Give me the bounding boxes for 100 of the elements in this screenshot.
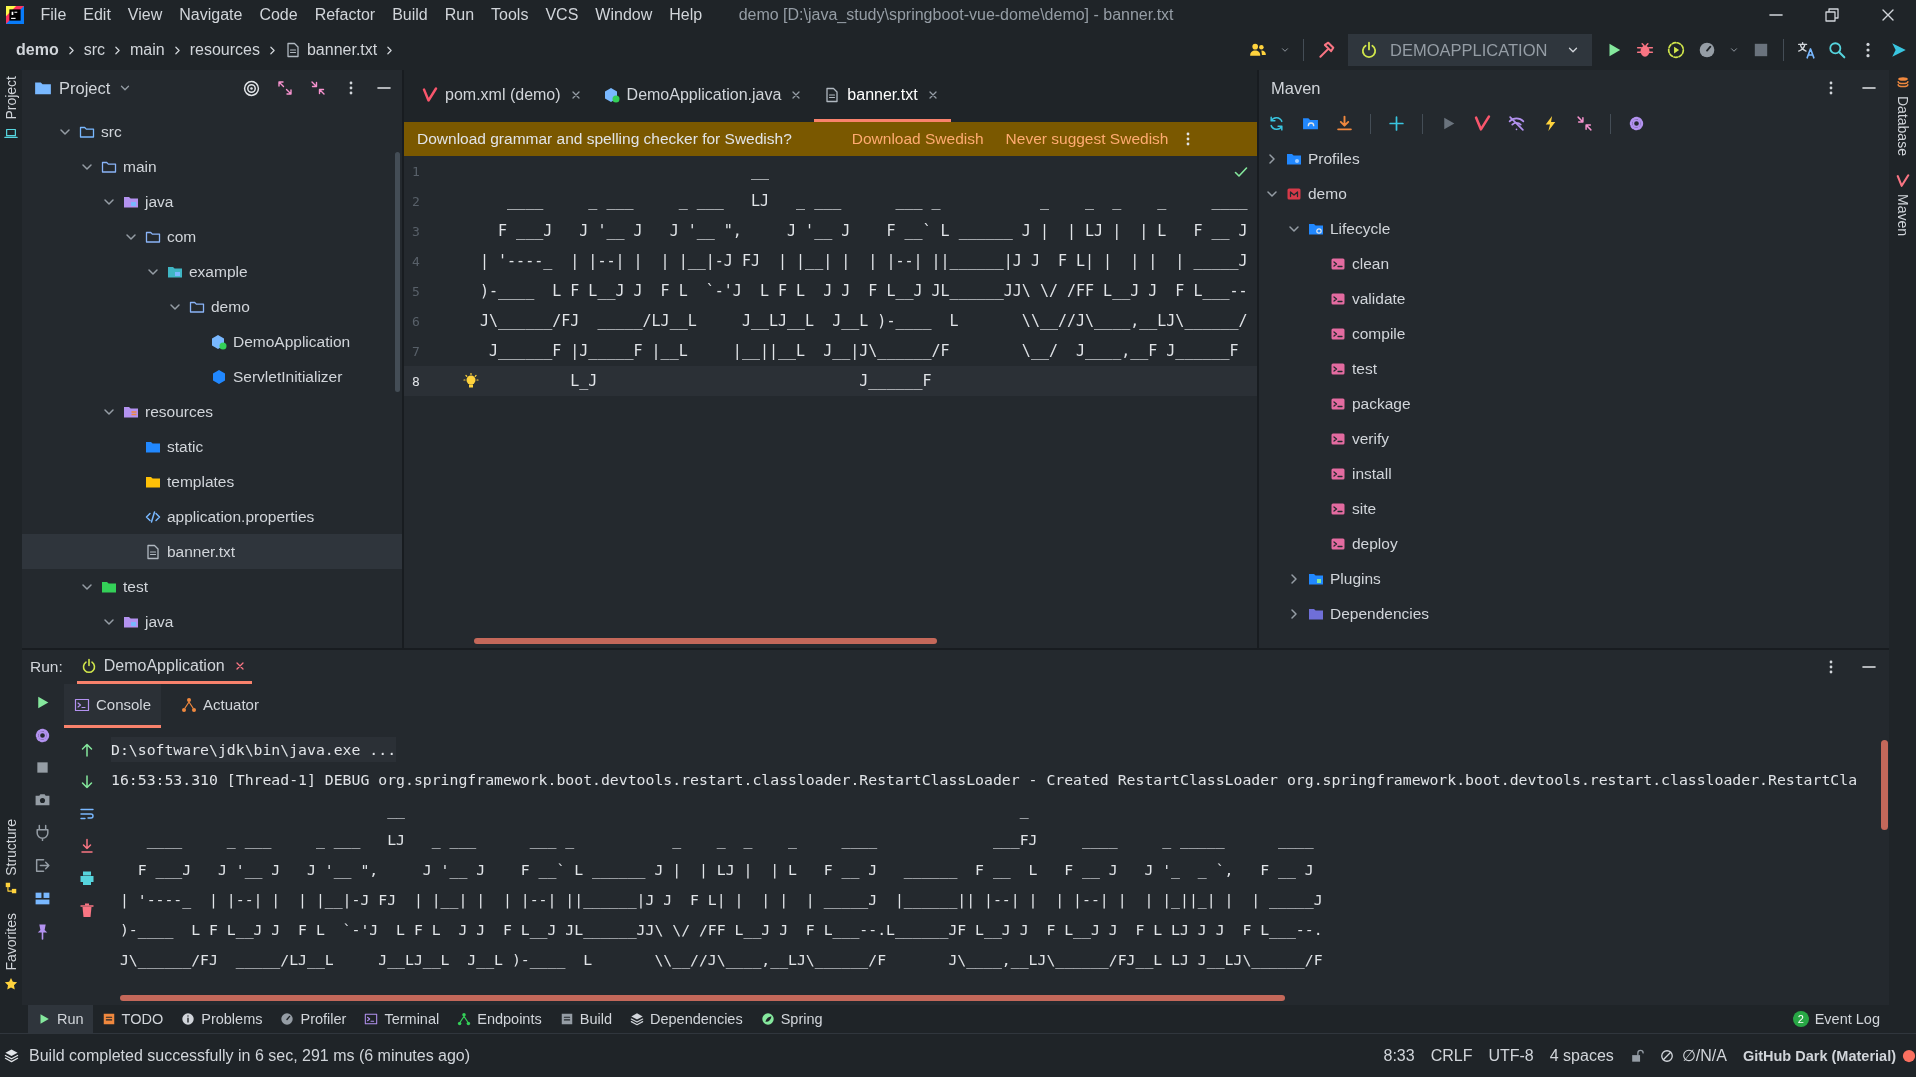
status-item[interactable]: ∅/N/A	[1681, 1046, 1727, 1065]
plugin-logo-icon[interactable]	[1890, 41, 1908, 59]
scroll-end-icon[interactable]	[78, 838, 95, 854]
breadcrumb[interactable]: banner.txt	[306, 41, 378, 59]
menu-item[interactable]: Edit	[74, 0, 120, 30]
hammer-icon[interactable]	[1317, 41, 1335, 59]
tool-window-button[interactable]: Endpoints	[448, 1005, 551, 1033]
scrollbar[interactable]	[395, 152, 400, 392]
tree-item[interactable]: application.properties	[22, 499, 402, 534]
tool-window-button[interactable]: Database	[1894, 76, 1911, 156]
breadcrumb[interactable]: resources	[189, 41, 260, 59]
tree-item[interactable]: Dependencies	[1259, 596, 1889, 631]
tree-item[interactable]: static	[22, 429, 402, 464]
locate-icon[interactable]	[243, 79, 260, 97]
tool-window-button[interactable]: Spring	[751, 1005, 832, 1033]
notification-link[interactable]: Never suggest Swedish	[1005, 130, 1169, 148]
tree-item[interactable]: java	[22, 184, 402, 219]
menu-item[interactable]: Navigate	[170, 0, 251, 30]
tree-item[interactable]: clean	[1259, 246, 1889, 281]
console-tab[interactable]: Console	[64, 684, 162, 728]
translate-icon[interactable]	[1797, 41, 1815, 59]
status-item[interactable]: 8:33	[1383, 1046, 1415, 1065]
tree-item[interactable]: install	[1259, 456, 1889, 491]
tree-item[interactable]: Profiles	[1259, 141, 1889, 176]
tool-window-button[interactable]: TODO	[92, 1005, 173, 1033]
tree-item[interactable]: Plugins	[1259, 561, 1889, 596]
tool-window-button[interactable]: Build	[550, 1005, 621, 1033]
bulb-icon[interactable]	[463, 373, 479, 389]
tool-window-button[interactable]: Problems	[172, 1005, 272, 1033]
collapse-icon[interactable]	[310, 80, 326, 96]
restore-icon[interactable]	[1824, 7, 1840, 23]
tool-window-button[interactable]: Profiler	[271, 1005, 356, 1033]
tree-item[interactable]: src	[22, 114, 402, 149]
tree-item[interactable]: validate	[1259, 281, 1889, 316]
unlock-icon[interactable]	[1629, 1048, 1644, 1063]
users-icon[interactable]	[1249, 41, 1267, 59]
tree-item[interactable]: Lifecycle	[1259, 211, 1889, 246]
v-logo-icon[interactable]	[1474, 115, 1491, 132]
tree-item[interactable]: banner.txt	[22, 534, 402, 569]
run-configuration-dropdown[interactable]: DEMOAPPLICATION	[1348, 34, 1592, 66]
menu-item[interactable]: VCS	[536, 0, 587, 30]
menu-item[interactable]: Build	[383, 0, 437, 30]
no-entry-icon[interactable]	[1659, 1048, 1674, 1063]
tree-item[interactable]: test	[1259, 351, 1889, 386]
debug-icon[interactable]	[1636, 41, 1654, 59]
editor-tab[interactable]: DemoApplication.java	[593, 70, 815, 122]
menu-item[interactable]: Window	[586, 0, 661, 30]
panel-title[interactable]: Project	[34, 78, 111, 98]
breadcrumb[interactable]: demo	[16, 41, 59, 59]
scrollbar[interactable]	[1881, 740, 1888, 830]
event-log-button[interactable]: Event Log	[1814, 1011, 1880, 1027]
plug-icon[interactable]	[33, 824, 51, 841]
tree-item[interactable]: example	[22, 254, 402, 289]
reload-icon[interactable]	[1268, 115, 1285, 132]
console-tab[interactable]: Actuator	[171, 684, 269, 728]
tree-item[interactable]: DemoApplication	[22, 324, 402, 359]
menu-item[interactable]: File	[32, 0, 75, 30]
menu-item[interactable]: Run	[436, 0, 483, 30]
plus-icon[interactable]	[1388, 115, 1405, 132]
tree-item[interactable]: templates	[22, 464, 402, 499]
menu-item[interactable]: Help	[660, 0, 711, 30]
scrollbar[interactable]	[474, 638, 937, 644]
tree-item[interactable]: verify	[1259, 421, 1889, 456]
tree-item[interactable]: test	[22, 569, 402, 604]
tool-window-button[interactable]: Dependencies	[620, 1005, 752, 1033]
menu-item[interactable]: View	[119, 0, 171, 30]
status-item[interactable]: UTF-8	[1488, 1046, 1534, 1065]
tool-window-button[interactable]: Project	[3, 76, 19, 140]
tree-item[interactable]: ServletInitializer	[22, 359, 402, 394]
menu-item[interactable]: Tools	[482, 0, 537, 30]
notification-link[interactable]: Download Swedish	[851, 130, 984, 148]
tree-item[interactable]: demo	[22, 289, 402, 324]
tree-item[interactable]: compile	[1259, 316, 1889, 351]
tree-item[interactable]: site	[1259, 491, 1889, 526]
menu-item[interactable]: Refactor	[306, 0, 384, 30]
offline-icon[interactable]	[1508, 115, 1525, 132]
tree-item[interactable]: com	[22, 219, 402, 254]
print-icon[interactable]	[78, 870, 95, 886]
stop-icon[interactable]	[34, 760, 50, 775]
tree-item[interactable]: resources	[22, 394, 402, 429]
editor-tab[interactable]: pom.xml (demo)	[412, 70, 594, 122]
tree-item[interactable]: java	[22, 604, 402, 639]
tool-window-button[interactable]: Maven	[1894, 173, 1911, 236]
download-icon[interactable]	[1336, 115, 1353, 132]
tool-window-button[interactable]: Terminal	[355, 1005, 449, 1033]
profiler-icon[interactable]	[1698, 41, 1716, 59]
tree-item[interactable]: demo	[1259, 176, 1889, 211]
layout-icon[interactable]	[33, 890, 51, 907]
tree-item[interactable]: main	[22, 149, 402, 184]
settings-icon[interactable]	[33, 727, 51, 744]
stop-icon[interactable]	[1752, 41, 1770, 59]
settings-icon[interactable]	[1628, 115, 1645, 132]
close-icon[interactable]	[1880, 7, 1896, 23]
wrap-icon[interactable]	[78, 806, 95, 822]
tree-item[interactable]: deploy	[1259, 526, 1889, 561]
tool-window-button[interactable]: Run	[28, 1005, 93, 1033]
menu-item[interactable]: Code	[250, 0, 307, 30]
theme-indicator[interactable]: GitHub Dark (Material)	[1742, 1047, 1896, 1064]
status-item[interactable]: CRLF	[1430, 1046, 1473, 1065]
trash-icon[interactable]	[78, 902, 95, 918]
